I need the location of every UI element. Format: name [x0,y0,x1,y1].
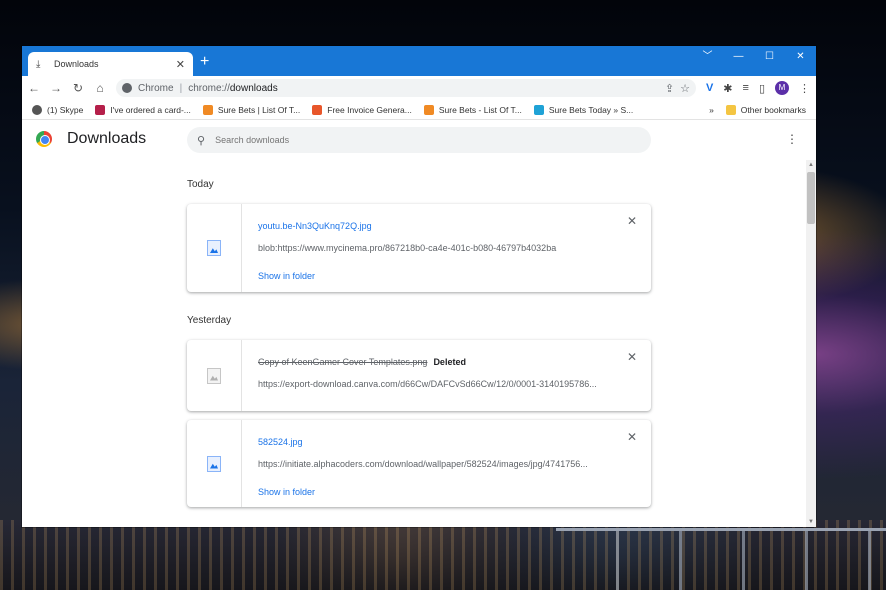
image-file-icon [207,240,221,256]
bookmark-favicon [423,104,434,115]
download-filename-link[interactable]: youtu.be-Nn3QuKnq72Q.jpg [258,221,372,231]
remove-download-icon[interactable]: ✕ [627,350,637,364]
bookmark-label: Sure Bets | List Of T... [217,104,301,115]
address-bar[interactable]: Chrome | chrome://downloads ⇪ ☆ [116,79,696,97]
media-control-icon[interactable]: ≡ [743,82,749,94]
bookmark-label: Sure Bets - List Of T... [438,104,522,115]
section-today: Today [187,179,214,190]
tab-search-icon[interactable]: ﹀ [692,46,723,70]
bookmark-label: (1) Skype [47,104,84,115]
remove-download-icon[interactable]: ✕ [627,214,637,228]
image-file-icon [207,455,221,472]
download-item-body: 582524.jpg https://initiate.alphacoders.… [242,420,651,507]
download-icon: ⤓ [36,58,41,70]
url-path: downloads [229,82,278,94]
bookmark-favicon [202,104,213,115]
other-bookmarks-label: Other bookmarks [740,104,806,115]
section-yesterday: Yesterday [187,315,232,326]
file-thumbnail [187,420,242,507]
extension-v-icon[interactable]: V [706,82,713,94]
bookmark-item[interactable]: Sure Bets | List Of T... [202,104,301,115]
tab-title: Downloads [54,59,99,69]
page-scrollbar[interactable]: ▲ ▼ [806,160,816,527]
download-item: youtu.be-Nn3QuKnq72Q.jpg blob:https://ww… [187,204,651,292]
address-scheme: Chrome [138,82,174,94]
chrome-site-icon [122,83,132,93]
download-url: https://initiate.alphacoders.com/downloa… [258,459,588,469]
back-button[interactable]: ← [28,81,40,95]
page-title: Downloads [67,130,147,147]
download-item: Copy of KeenGamer Cover Templates.png Del… [187,340,651,411]
scroll-up-icon[interactable]: ▲ [806,160,816,170]
address-separator: | [179,82,183,94]
bookmark-label: Free Invoice Genera... [327,104,412,115]
show-in-folder-link[interactable]: Show in folder [258,487,315,497]
bookmark-item[interactable]: Sure Bets Today » S... [533,104,634,115]
extensions-puzzle-icon[interactable]: ✱ [723,82,732,95]
download-status: Deleted [433,357,466,367]
download-url: https://export-download.canva.com/d66Cw/… [258,379,597,389]
chrome-logo-icon [36,131,52,147]
new-tab-button[interactable]: + [200,54,209,70]
download-url: blob:https://www.mycinema.pro/867218b0-c… [258,243,557,253]
downloads-page: Downloads ⚲ ⋮ Today youtu.be-Nn3QuKnq72Q… [22,120,816,527]
browser-toolbar: ← → ↻ ⌂ Chrome | chrome://downloads ⇪ ☆ … [22,76,816,100]
search-icon: ⚲ [197,134,206,147]
bookmark-item[interactable]: (1) Skype [32,104,84,115]
browser-menu-icon[interactable]: ⋮ [799,82,810,95]
tab-close-icon[interactable]: ✕ [176,58,185,71]
bookmarks-bar: (1) Skype I've ordered a card-... Sure B… [22,100,816,120]
scrollbar-thumb[interactable] [807,172,815,224]
close-window-button[interactable]: ✕ [785,46,816,70]
browser-window: ⤓ Downloads ✕ + ﹀ — ☐ ✕ ← → ↻ ⌂ Chrome |… [22,46,816,527]
bookmark-item[interactable]: Free Invoice Genera... [312,104,412,115]
side-panel-icon[interactable]: ▯ [759,82,765,95]
show-in-folder-link[interactable]: Show in folder [258,271,315,281]
download-item-body: youtu.be-Nn3QuKnq72Q.jpg blob:https://ww… [242,204,651,292]
downloads-menu-icon[interactable]: ⋮ [786,132,798,146]
url-prefix: chrome:// [188,82,230,94]
bookmark-favicon [95,104,106,115]
bookmark-item[interactable]: Sure Bets - List Of T... [423,104,522,115]
bookmarks-overflow-button[interactable]: » [709,105,714,115]
reload-button[interactable]: ↻ [72,81,84,95]
bookmark-label: Sure Bets Today » S... [548,104,634,115]
download-item-body: Copy of KeenGamer Cover Templates.png Del… [242,340,651,411]
file-thumbnail [187,340,242,411]
wallpaper-railing [556,528,886,590]
bookmark-item[interactable]: I've ordered a card-... [95,104,191,115]
bookmark-star-icon[interactable]: ☆ [680,82,690,95]
search-box[interactable]: ⚲ [187,127,651,153]
tab-downloads[interactable]: ⤓ Downloads ✕ [28,52,193,76]
bookmark-favicon [312,104,323,115]
scroll-down-icon[interactable]: ▼ [806,517,816,527]
image-file-icon [207,367,221,384]
download-item: 582524.jpg https://initiate.alphacoders.… [187,420,651,507]
remove-download-icon[interactable]: ✕ [627,430,637,444]
download-filename-link[interactable]: 582524.jpg [258,437,303,447]
window-controls: ﹀ — ☐ ✕ [692,46,816,70]
title-bar: ⤓ Downloads ✕ + ﹀ — ☐ ✕ [22,46,816,76]
maximize-button[interactable]: ☐ [754,46,785,70]
bookmark-favicon [533,104,544,115]
folder-icon [725,104,736,115]
skype-icon [32,104,42,115]
forward-button[interactable]: → [50,81,62,95]
download-filename: Copy of KeenGamer Cover Templates.png [258,357,428,367]
search-input[interactable] [215,135,641,145]
bookmark-label: I've ordered a card-... [110,104,191,115]
other-bookmarks[interactable]: Other bookmarks [725,104,806,115]
profile-avatar[interactable]: M [775,81,789,95]
minimize-button[interactable]: — [723,46,754,70]
address-url: chrome://downloads [188,83,659,94]
share-icon[interactable]: ⇪ [665,82,674,95]
file-thumbnail [187,204,242,292]
toolbar-actions: V ✱ ≡ ▯ M ⋮ [706,81,810,95]
home-button[interactable]: ⌂ [94,81,106,95]
